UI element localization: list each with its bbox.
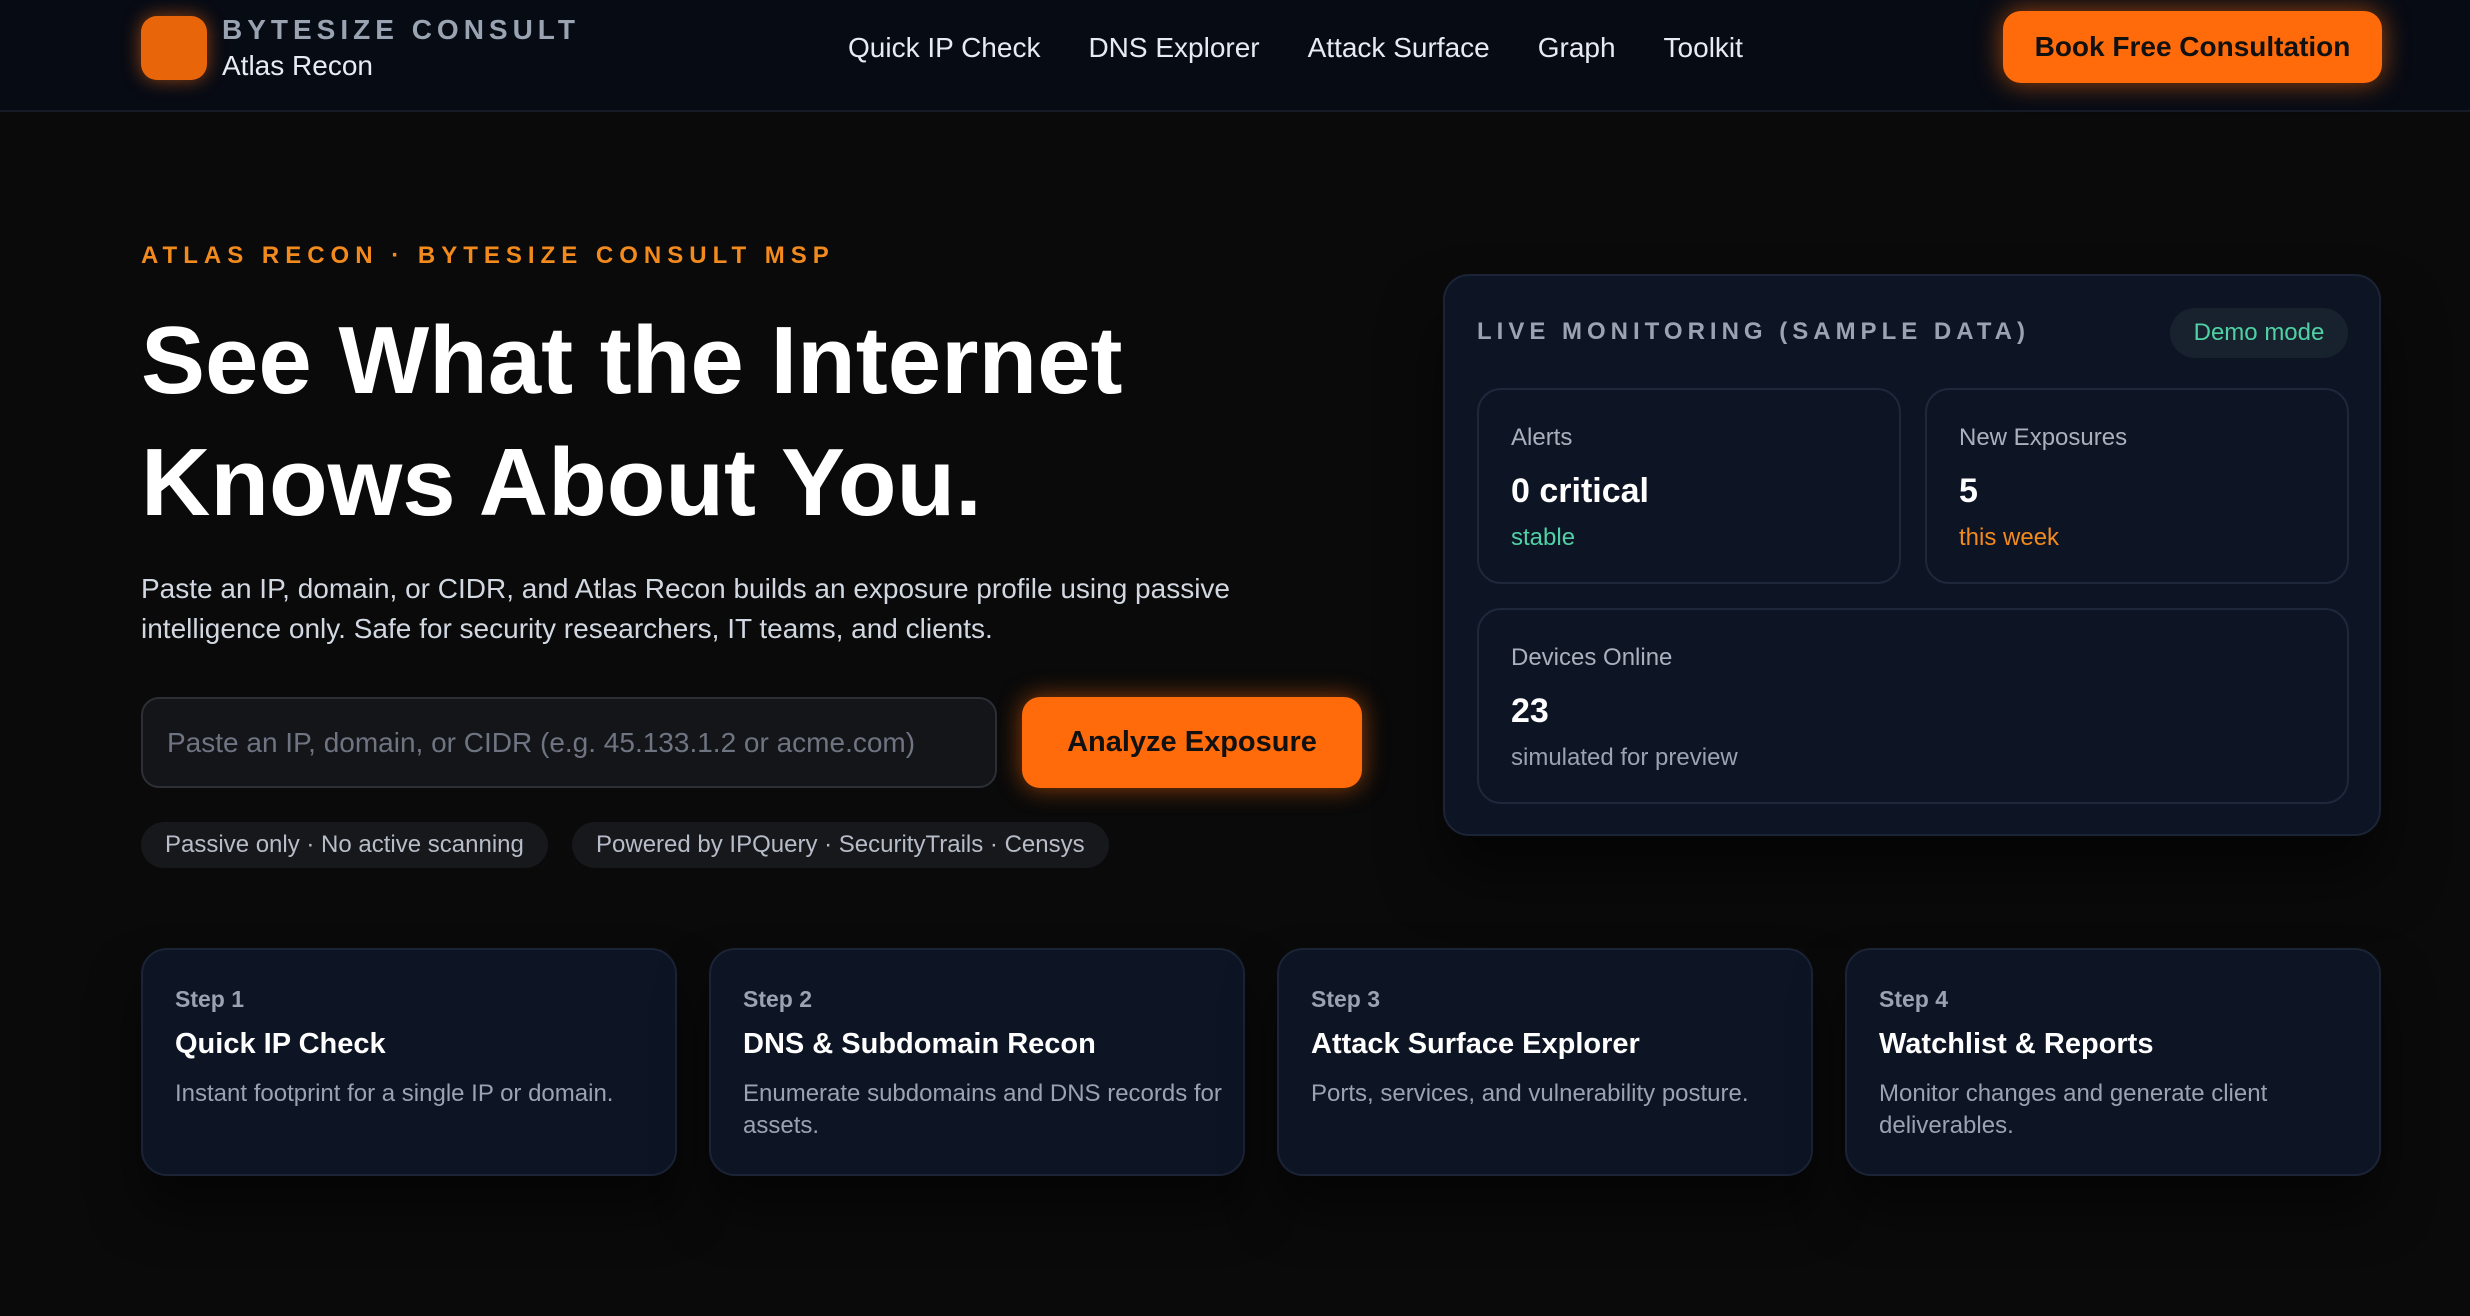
step-description: Enumerate subdomains and DNS records for… [743, 1080, 1222, 1139]
step-title: Quick IP Check [175, 1028, 386, 1060]
brand-product: Atlas Recon [222, 50, 373, 81]
step-description: Ports, services, and vulnerability postu… [1311, 1080, 1749, 1107]
headline-line-2: Knows About You. [141, 429, 982, 536]
nav-link-attack-surface[interactable]: Attack Surface [1308, 28, 1490, 68]
step-title: DNS & Subdomain Recon [743, 1028, 1096, 1060]
metric-label: Alerts [1511, 424, 1573, 451]
step-card-watchlist-reports[interactable]: Step 4 Watchlist & Reports Monitor chang… [1845, 948, 2381, 1176]
alerts-metric: Alerts 0 critical stable [1477, 388, 1901, 584]
powered-by-badge: Powered by IPQuery · SecurityTrails · Ce… [572, 822, 1109, 868]
analyze-exposure-button[interactable]: Analyze Exposure [1022, 697, 1362, 788]
step-card-attack-surface[interactable]: Step 3 Attack Surface Explorer Ports, se… [1277, 948, 1813, 1176]
nav-link-graph[interactable]: Graph [1538, 28, 1616, 68]
metric-value: 0 critical [1511, 472, 1649, 510]
hero-headline: See What the Internet Knows About You. [141, 300, 1341, 544]
metric-value: 5 [1959, 472, 1978, 510]
devices-online-metric: Devices Online 23 simulated for preview [1477, 608, 2349, 804]
live-monitoring-card: LIVE MONITORING (SAMPLE DATA) Demo mode … [1443, 274, 2381, 836]
metric-label: Devices Online [1511, 644, 1673, 671]
brand-logo-icon [141, 16, 207, 80]
demo-mode-badge: Demo mode [2170, 308, 2348, 358]
metric-label: New Exposures [1959, 424, 2128, 451]
hero-intro: Paste an IP, domain, or CIDR, and Atlas … [141, 573, 1230, 644]
brand-name: BYTESIZE CONSULT [222, 14, 580, 45]
monitoring-title: LIVE MONITORING (SAMPLE DATA) [1477, 318, 2030, 345]
headline-line-1: See What the Internet [141, 307, 1123, 414]
exposure-search-input[interactable] [141, 697, 997, 788]
step-number: Step 1 [175, 986, 245, 1012]
step-card-dns-recon[interactable]: Step 2 DNS & Subdomain Recon Enumerate s… [709, 948, 1245, 1176]
metric-note: simulated for preview [1511, 744, 1738, 771]
step-description: Instant footprint for a single IP or dom… [175, 1080, 614, 1107]
step-number: Step 2 [743, 986, 813, 1012]
nav-links: Quick IP Check DNS Explorer Attack Surfa… [848, 28, 1743, 68]
step-number: Step 4 [1879, 986, 1949, 1012]
top-nav: BYTESIZE CONSULT Atlas Recon Quick IP Ch… [0, 0, 2470, 112]
step-card-quick-ip-check[interactable]: Step 1 Quick IP Check Instant footprint … [141, 948, 677, 1176]
book-consultation-button[interactable]: Book Free Consultation [2003, 11, 2382, 83]
metric-note: stable [1511, 524, 1576, 551]
step-description: Monitor changes and generate client deli… [1879, 1080, 2268, 1139]
nav-link-toolkit[interactable]: Toolkit [1664, 28, 1743, 68]
new-exposures-metric: New Exposures 5 this week [1925, 388, 2349, 584]
step-title: Watchlist & Reports [1879, 1028, 2154, 1060]
metric-value: 23 [1511, 692, 1549, 730]
passive-only-badge: Passive only · No active scanning [141, 822, 548, 868]
nav-link-dns-explorer[interactable]: DNS Explorer [1088, 28, 1259, 68]
hero-eyebrow: ATLAS RECON · BYTESIZE CONSULT MSP [141, 242, 835, 269]
step-title: Attack Surface Explorer [1311, 1028, 1640, 1060]
nav-link-quick-ip-check[interactable]: Quick IP Check [848, 28, 1040, 68]
metric-note: this week [1959, 524, 2060, 551]
step-number: Step 3 [1311, 986, 1381, 1012]
